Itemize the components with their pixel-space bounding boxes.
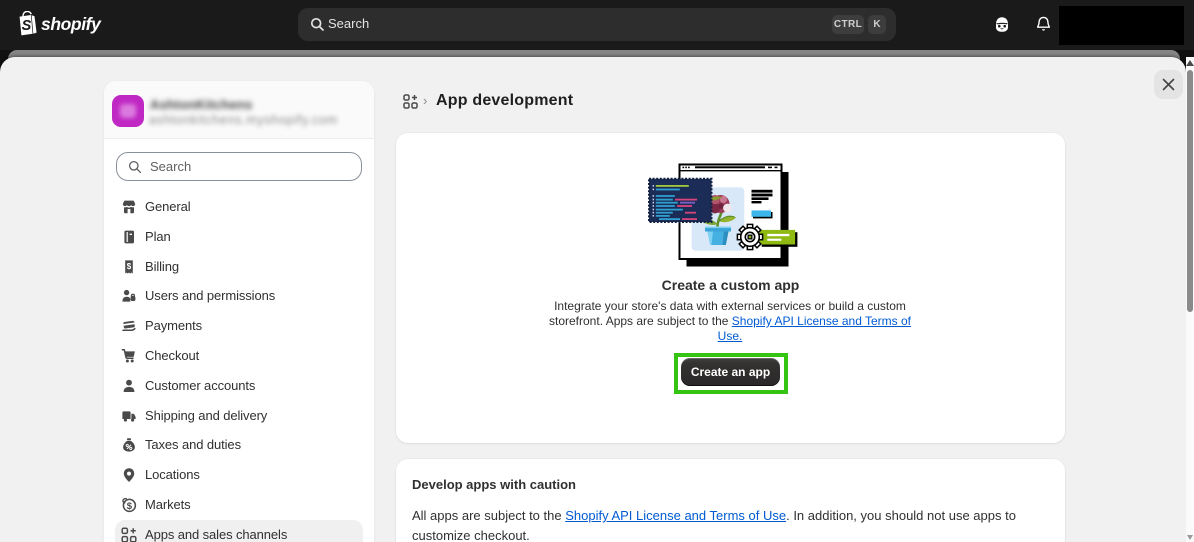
svg-text:S: S — [22, 18, 32, 34]
svg-text:$: $ — [127, 261, 132, 270]
svg-text:$: $ — [127, 501, 133, 512]
